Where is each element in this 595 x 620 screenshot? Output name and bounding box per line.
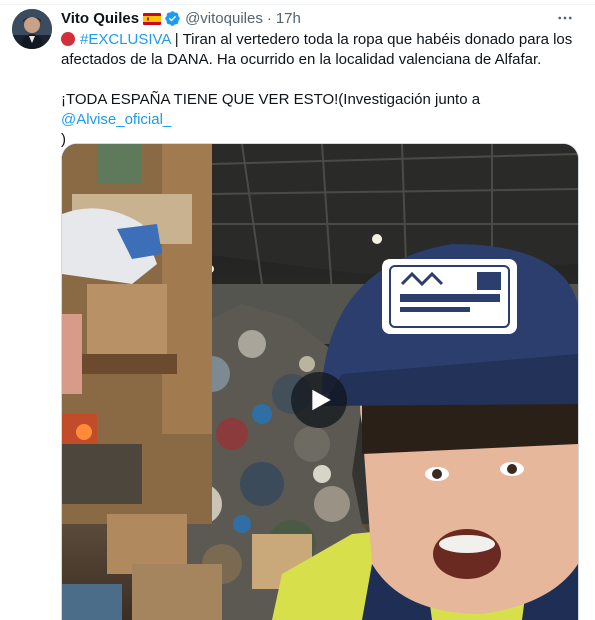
video-player[interactable] [61, 143, 579, 620]
separator: · [266, 9, 272, 27]
tweet-text-line2-prefix: ¡TODA ESPAÑA TIENE QUE VER ESTO!(Investi… [61, 91, 481, 108]
red-circle-icon [61, 32, 75, 46]
tweet-text: #EXCLUSIVA | Tiran al vertedero toda la … [61, 30, 581, 150]
hashtag-link[interactable]: #EXCLUSIVA [80, 31, 171, 48]
previous-tweet-edge [0, 0, 595, 5]
more-options-button[interactable] [555, 8, 575, 28]
play-icon [312, 389, 331, 411]
tweet-paragraph-2: ¡TODA ESPAÑA TIENE QUE VER ESTO!(Investi… [61, 90, 581, 150]
tweet-paragraph-1: #EXCLUSIVA | Tiran al vertedero toda la … [61, 30, 581, 70]
avatar-image [12, 9, 52, 49]
author-name[interactable]: Vito Quiles [61, 10, 139, 27]
author-handle[interactable]: @vitoquiles [185, 10, 263, 27]
tweet-header: Vito Quiles @vitoquiles · 17h [61, 8, 301, 28]
spain-flag-icon [143, 12, 162, 25]
play-button[interactable] [291, 372, 347, 428]
timestamp[interactable]: 17h [276, 10, 301, 27]
more-options-icon [558, 16, 572, 20]
verified-badge-icon [164, 10, 181, 27]
avatar[interactable] [12, 9, 52, 49]
mention-link[interactable]: @Alvise_oficial_ [61, 111, 171, 128]
